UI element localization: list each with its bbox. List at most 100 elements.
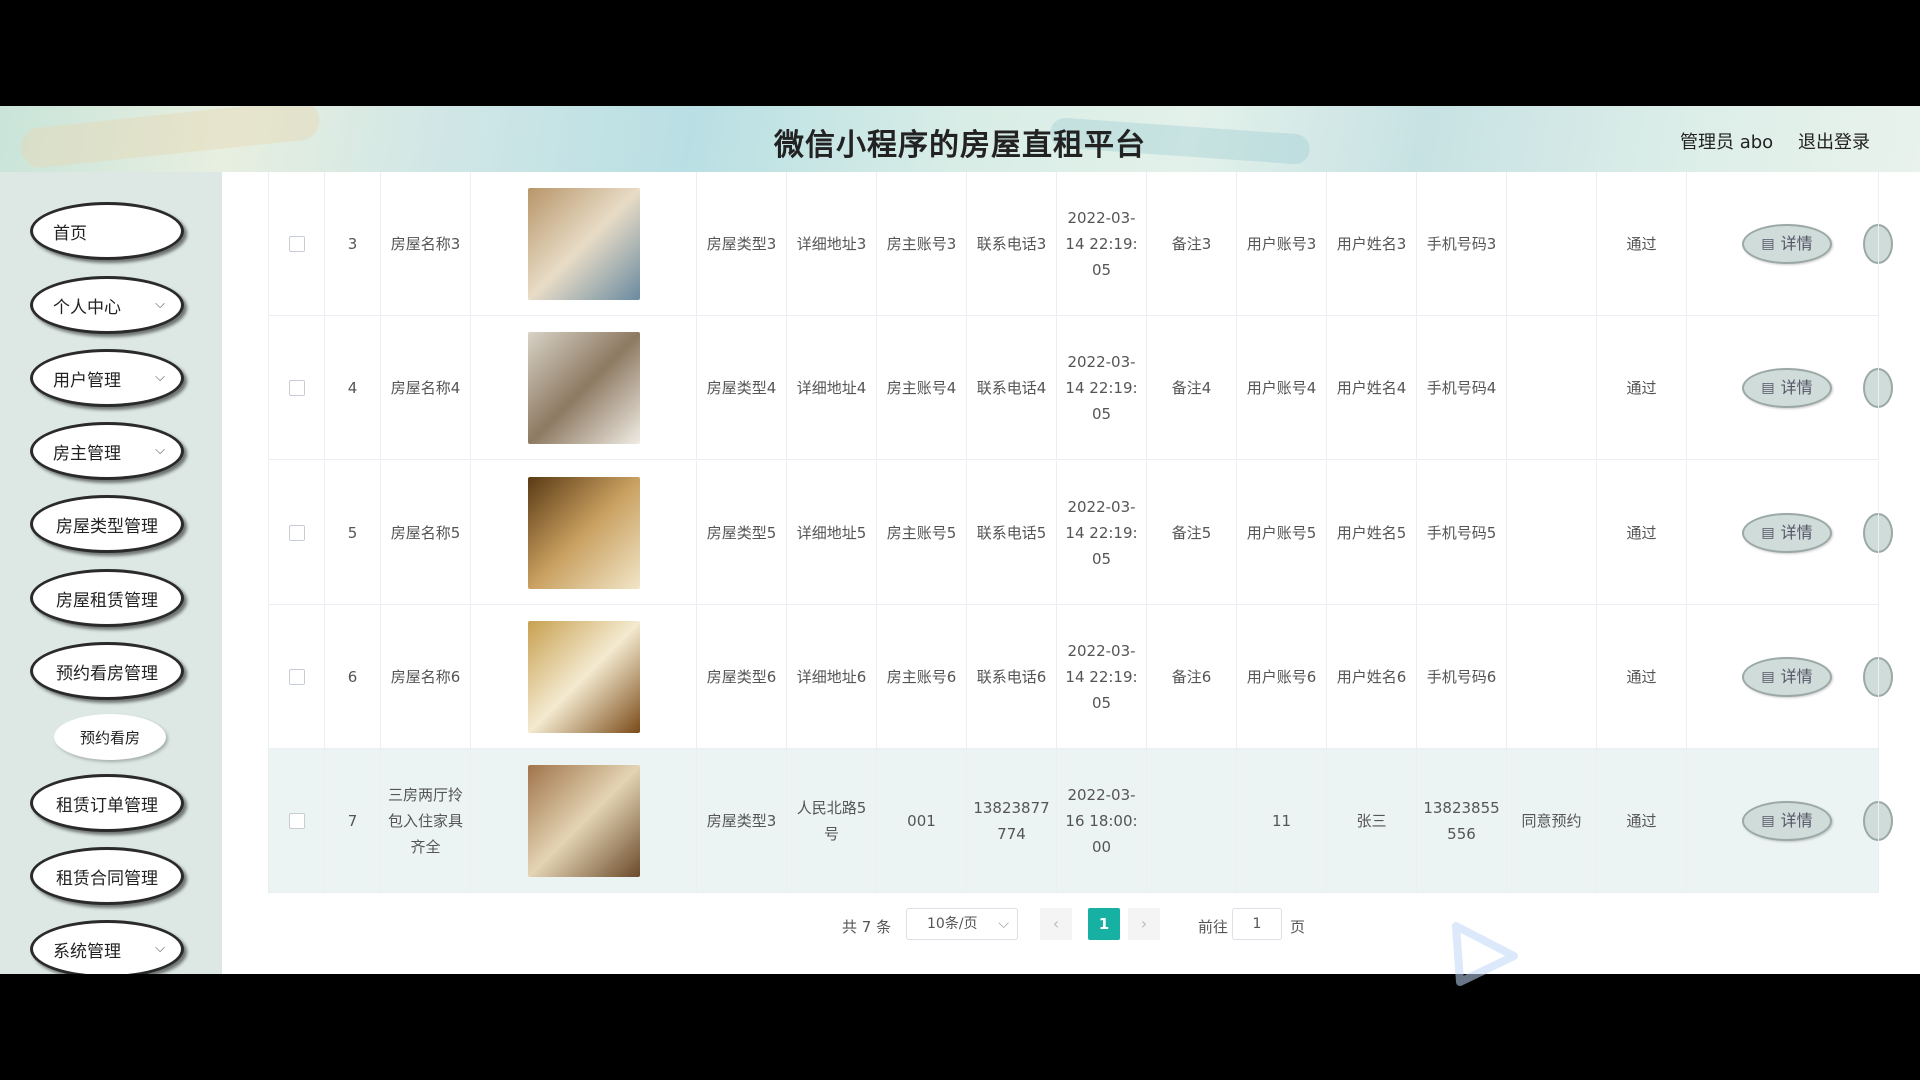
data-table: 3 房屋名称3 房屋类型3 详细地址3 房主账号3 联系电话3 2022-03-14 22:… (268, 172, 1893, 894)
sidebar-item-label: 租赁订单管理 (56, 795, 158, 816)
detail-button-label: 详情 (1780, 523, 1813, 542)
cell-idx: 3 (325, 172, 381, 316)
sidebar-item-label: 房主管理 (53, 443, 121, 464)
cell-idx: 6 (325, 605, 381, 749)
row-checkbox[interactable] (288, 813, 305, 829)
cell-idx: 4 (325, 316, 381, 460)
cell-select (269, 172, 325, 316)
sidebar-item-user-management[interactable]: 用户管理 ⌵ (30, 349, 184, 407)
chevron-down-icon: ⌵ (155, 370, 165, 385)
cell-actions: ▤ 详情 (1687, 461, 1879, 605)
cell-owner: 房主账号5 (877, 461, 967, 605)
admin-app: 微信小程序的房屋直租平台 管理员 abo 退出登录 首页 个人中心 ⌵ 用户管理… (0, 106, 1920, 974)
cell-text: 用户姓名6 (1336, 668, 1407, 686)
cell-idx: 5 (325, 461, 381, 605)
sidebar-item-label: 首页 (53, 223, 87, 244)
cell-text: 三房两厅拎包入住家具齐全 (387, 786, 463, 856)
cell-umob: 13823855556 (1417, 749, 1507, 893)
sidebar-item-house-rental-management[interactable]: 房屋租赁管理 (30, 569, 184, 627)
cell-phone: 联系电话4 (967, 316, 1057, 460)
cell-text: 用户账号6 (1246, 668, 1317, 686)
cell-house-photo (471, 461, 697, 605)
cell-name: 三房两厅拎包入住家具齐全 (381, 749, 471, 893)
cell-reply: 同意预约 (1507, 749, 1597, 893)
row-checkbox[interactable] (288, 669, 305, 685)
cell-type: 房屋类型5 (697, 461, 787, 605)
cell-text: 通过 (1626, 524, 1657, 542)
cell-text: 联系电话5 (976, 524, 1047, 542)
detail-button[interactable]: ▤ 详情 (1742, 224, 1832, 264)
page-unit-label: 页 (1290, 918, 1306, 936)
cell-select (269, 749, 325, 893)
cell-owner: 001 (877, 749, 967, 893)
cell-phone: 联系电话3 (967, 172, 1057, 316)
cell-time: 2022-03-14 22:19:05 (1057, 172, 1147, 316)
detail-button[interactable]: ▤ 详情 (1742, 657, 1832, 697)
row-checkbox[interactable] (288, 380, 305, 396)
cell-text: 手机号码3 (1426, 235, 1497, 253)
cell-text: 房主账号6 (886, 668, 957, 686)
sidebar-item-label: 用户管理 (53, 370, 121, 391)
chevron-down-icon: ⌵ (155, 941, 165, 956)
cell-time: 2022-03-16 18:00:00 (1057, 749, 1147, 893)
cell-addr: 人民北路5号 (787, 749, 877, 893)
sidebar-item-home[interactable]: 首页 (30, 202, 184, 260)
sidebar-item-viewing-appointment-management[interactable]: 预约看房管理 (30, 642, 184, 700)
house-photo (527, 188, 640, 300)
cell-name: 房屋名称4 (381, 316, 471, 460)
next-page-button[interactable]: › (1128, 908, 1160, 940)
cell-text: 用户姓名3 (1336, 235, 1407, 253)
cell-addr: 详细地址5 (787, 461, 877, 605)
cell-uacc: 用户账号3 (1237, 172, 1327, 316)
cell-type: 房屋类型3 (697, 749, 787, 893)
document-icon: ▤ (1761, 380, 1775, 396)
sidebar-item-owner-management[interactable]: 房主管理 ⌵ (30, 422, 184, 480)
cell-text: 房屋名称5 (390, 524, 461, 542)
cell-uacc: 用户账号5 (1237, 461, 1327, 605)
pagination: 共 7 条 10条/页 ⌵ ‹ 1 › 前往 页 (222, 908, 1920, 944)
logout-button[interactable]: 退出登录 (1798, 128, 1870, 154)
page-size-select[interactable]: 10条/页 ⌵ (906, 908, 1018, 940)
detail-button-label: 详情 (1780, 667, 1813, 686)
detail-button[interactable]: ▤ 详情 (1742, 368, 1832, 408)
document-icon: ▤ (1761, 236, 1775, 252)
prev-page-button[interactable]: ‹ (1040, 908, 1072, 940)
sidebar-item-house-type-management[interactable]: 房屋类型管理 (30, 495, 184, 553)
cell-status: 通过 (1597, 172, 1687, 316)
row-checkbox[interactable] (288, 525, 305, 541)
house-photo (527, 332, 640, 444)
goto-page-input[interactable] (1232, 908, 1282, 940)
cell-text: 13823877774 (973, 799, 1050, 843)
cell-text: 用户账号4 (1246, 379, 1317, 397)
cell-text: 备注4 (1171, 379, 1212, 397)
sidebar-item-system-management[interactable]: 系统管理 ⌵ (30, 920, 184, 974)
cell-owner: 房主账号3 (877, 172, 967, 316)
sidebar-item-rental-order-management[interactable]: 租赁订单管理 (30, 774, 184, 832)
cell-text: 联系电话6 (976, 668, 1047, 686)
detail-button[interactable]: ▤ 详情 (1742, 801, 1832, 841)
cell-status: 通过 (1597, 605, 1687, 749)
page-number-current[interactable]: 1 (1088, 908, 1120, 940)
sidebar-subitem-viewing-appointment[interactable]: 预约看房 (54, 714, 166, 760)
cell-text: 通过 (1626, 235, 1657, 253)
cell-text: 详细地址4 (796, 379, 867, 397)
sidebar-item-personal-center[interactable]: 个人中心 ⌵ (30, 276, 184, 334)
sidebar-item-label: 房屋类型管理 (56, 516, 158, 537)
cell-status: 通过 (1597, 316, 1687, 460)
house-photo (527, 765, 640, 877)
cell-text: 2022-03-14 22:19:05 (1065, 353, 1138, 423)
house-photo (527, 621, 640, 733)
cell-name: 房屋名称5 (381, 461, 471, 605)
cell-house-photo (471, 316, 697, 460)
cell-uname: 张三 (1327, 749, 1417, 893)
sidebar-item-rental-contract-management[interactable]: 租赁合同管理 (30, 847, 184, 905)
row-checkbox[interactable] (288, 236, 305, 252)
cell-actions: ▤ 详情 (1687, 605, 1879, 749)
cell-note (1147, 749, 1237, 893)
cell-addr: 详细地址4 (787, 316, 877, 460)
cell-reply (1507, 316, 1597, 460)
cell-text: 13823855556 (1423, 799, 1500, 843)
chevron-down-icon: ⌵ (155, 443, 165, 458)
cell-text: 5 (347, 524, 358, 542)
detail-button[interactable]: ▤ 详情 (1742, 513, 1832, 553)
